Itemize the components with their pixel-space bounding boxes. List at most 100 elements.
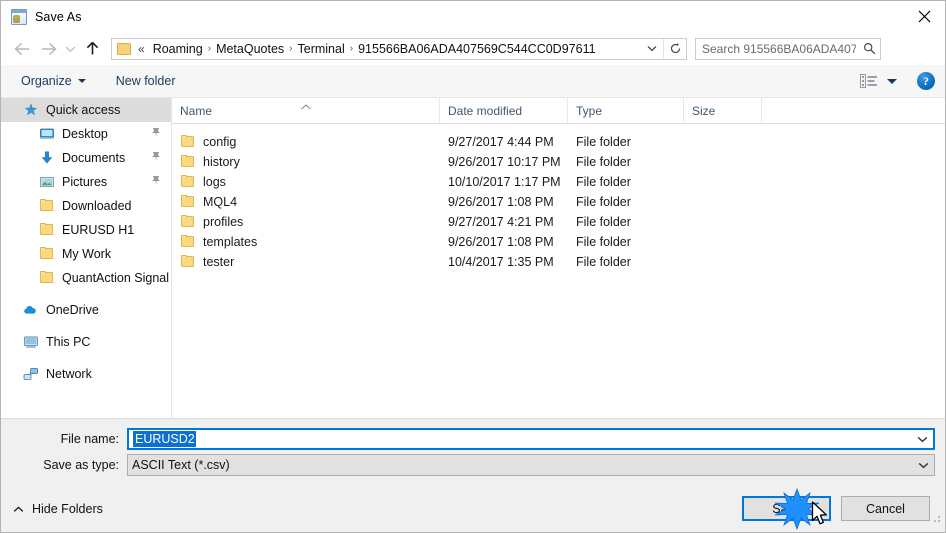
table-row[interactable]: MQL4 9/26/2017 1:08 PM File folder (172, 192, 945, 212)
table-row[interactable]: profiles 9/27/2017 4:21 PM File folder (172, 212, 945, 232)
table-row[interactable]: tester 10/4/2017 1:35 PM File folder (172, 252, 945, 272)
column-header-label: Size (692, 103, 716, 118)
table-row[interactable]: templates 9/26/2017 1:08 PM File folder (172, 232, 945, 252)
save-as-type-chevron-down-icon[interactable] (912, 455, 934, 475)
sidebar-item-this-pc[interactable]: This PC (1, 330, 171, 354)
file-list: Name Date modified Type Size config 9/27… (171, 98, 945, 418)
table-row[interactable]: config 9/27/2017 4:44 PM File folder (172, 132, 945, 152)
list-top-spacer (172, 124, 945, 132)
resize-grip[interactable] (929, 512, 943, 531)
new-folder-button[interactable]: New folder (108, 71, 184, 91)
file-name-cell: logs (172, 174, 440, 190)
documents-download-icon (39, 150, 55, 166)
file-name-row: File name: EURUSD2 (1, 428, 945, 450)
table-row[interactable]: logs 10/10/2017 1:17 PM File folder (172, 172, 945, 192)
save-button[interactable]: Save (742, 496, 831, 521)
cancel-button[interactable]: Cancel (841, 496, 930, 521)
column-header-size[interactable]: Size (684, 98, 762, 123)
file-type: File folder (576, 175, 631, 189)
sidebar-item-label: Network (46, 367, 92, 381)
pin-icon (151, 127, 161, 141)
file-name: tester (203, 255, 235, 269)
sidebar-item-onedrive[interactable]: OneDrive (1, 298, 171, 322)
breadcrumb-item-metaquotes[interactable]: MetaQuotes (212, 42, 288, 56)
app-window-icon (11, 8, 27, 25)
sidebar-item-downloaded[interactable]: Downloaded (1, 194, 171, 218)
file-name: history (203, 155, 240, 169)
sidebar-item-network[interactable]: Network (1, 362, 171, 386)
breadcrumb-item-terminal[interactable]: Terminal (294, 42, 349, 56)
quick-access-star-icon (23, 102, 39, 118)
file-name-label: File name: (60, 432, 119, 446)
search-icon (858, 42, 880, 55)
file-name-chevron-down-icon[interactable] (911, 430, 933, 448)
sidebar-item-documents[interactable]: Documents (1, 146, 171, 170)
sidebar-item-my-work[interactable]: My Work (1, 242, 171, 266)
chevron-down-icon (77, 79, 86, 83)
back-button[interactable] (9, 36, 35, 62)
sidebar-item-label: OneDrive (46, 303, 99, 317)
title-bar: Save As (1, 1, 945, 32)
folder-icon (180, 234, 196, 250)
organize-button[interactable]: Organize (13, 71, 94, 91)
breadcrumb-item-hash[interactable]: 915566BA06ADA407569C544CC0D97611 (354, 42, 599, 56)
file-name-input[interactable]: EURUSD2 (127, 428, 935, 450)
table-row[interactable]: history 9/26/2017 10:17 PM File folder (172, 152, 945, 172)
list-view-icon[interactable] (859, 73, 879, 89)
close-icon[interactable] (901, 1, 945, 32)
onedrive-cloud-icon (23, 302, 39, 318)
sidebar-item-quick-access[interactable]: Quick access (1, 98, 171, 122)
file-name-cell: MQL4 (172, 194, 440, 210)
file-name-cell: profiles (172, 214, 440, 230)
dialog-footer: Hide Folders Save Cancel (1, 488, 945, 532)
file-name-cell: history (172, 154, 440, 170)
folder-icon (180, 174, 196, 190)
breadcrumb-overflow[interactable]: « (134, 43, 149, 55)
sidebar-item-label: Pictures (62, 175, 108, 189)
up-one-level-button[interactable] (79, 36, 105, 62)
sidebar-item-label: Desktop (62, 127, 108, 141)
recent-locations-chevron-down-icon[interactable] (61, 36, 79, 62)
view-options-chevron-down-icon[interactable] (887, 78, 897, 84)
folder-icon (180, 254, 196, 270)
search-input[interactable] (696, 40, 859, 57)
file-date: 9/27/2017 4:21 PM (448, 215, 554, 229)
folder-icon (39, 246, 55, 262)
column-header-name[interactable]: Name (172, 98, 440, 123)
hide-folders-button[interactable]: Hide Folders (13, 502, 103, 516)
navigation-bar: « Roaming › MetaQuotes › Terminal › 9155… (1, 32, 945, 65)
folder-icon (39, 222, 55, 238)
sidebar-item-quantaction-signal[interactable]: QuantAction Signal (1, 266, 171, 290)
forward-button[interactable] (35, 36, 61, 62)
file-date: 9/27/2017 4:44 PM (448, 135, 554, 149)
breadcrumb[interactable]: « Roaming › MetaQuotes › Terminal › 9155… (111, 37, 687, 60)
desktop-monitor-icon (39, 126, 55, 142)
file-name: templates (203, 235, 258, 249)
file-date: 9/26/2017 1:08 PM (448, 235, 554, 249)
file-name-value: EURUSD2 (133, 431, 196, 447)
file-name-cell: tester (172, 254, 440, 270)
save-as-type-label: Save as type: (43, 458, 119, 472)
search-box[interactable] (695, 37, 881, 60)
this-pc-monitor-icon (23, 334, 39, 350)
column-header-filler (762, 98, 945, 123)
sidebar-item-desktop[interactable]: Desktop (1, 122, 171, 146)
file-name-cell: templates (172, 234, 440, 250)
window-title: Save As (35, 9, 82, 24)
navigation-sidebar: Quick access Desktop Documents Pictures … (1, 98, 171, 418)
chevron-up-icon (13, 502, 24, 516)
breadcrumb-item-roaming[interactable]: Roaming (149, 42, 207, 56)
pin-icon (151, 151, 161, 165)
save-as-type-select[interactable]: ASCII Text (*.csv) (127, 454, 935, 476)
breadcrumb-chevron-down-icon[interactable] (641, 39, 663, 59)
sidebar-item-pictures[interactable]: Pictures (1, 170, 171, 194)
refresh-icon[interactable] (663, 38, 686, 59)
help-button[interactable]: ? (917, 72, 935, 90)
sidebar-item-eurusd-h1[interactable]: EURUSD H1 (1, 218, 171, 242)
column-header-type[interactable]: Type (568, 98, 684, 123)
sidebar-item-label: Downloaded (62, 199, 132, 213)
column-header-date-modified[interactable]: Date modified (440, 98, 568, 123)
file-name-cell: config (172, 134, 440, 150)
save-form: File name: EURUSD2 Save as type: ASCII T… (1, 418, 945, 488)
